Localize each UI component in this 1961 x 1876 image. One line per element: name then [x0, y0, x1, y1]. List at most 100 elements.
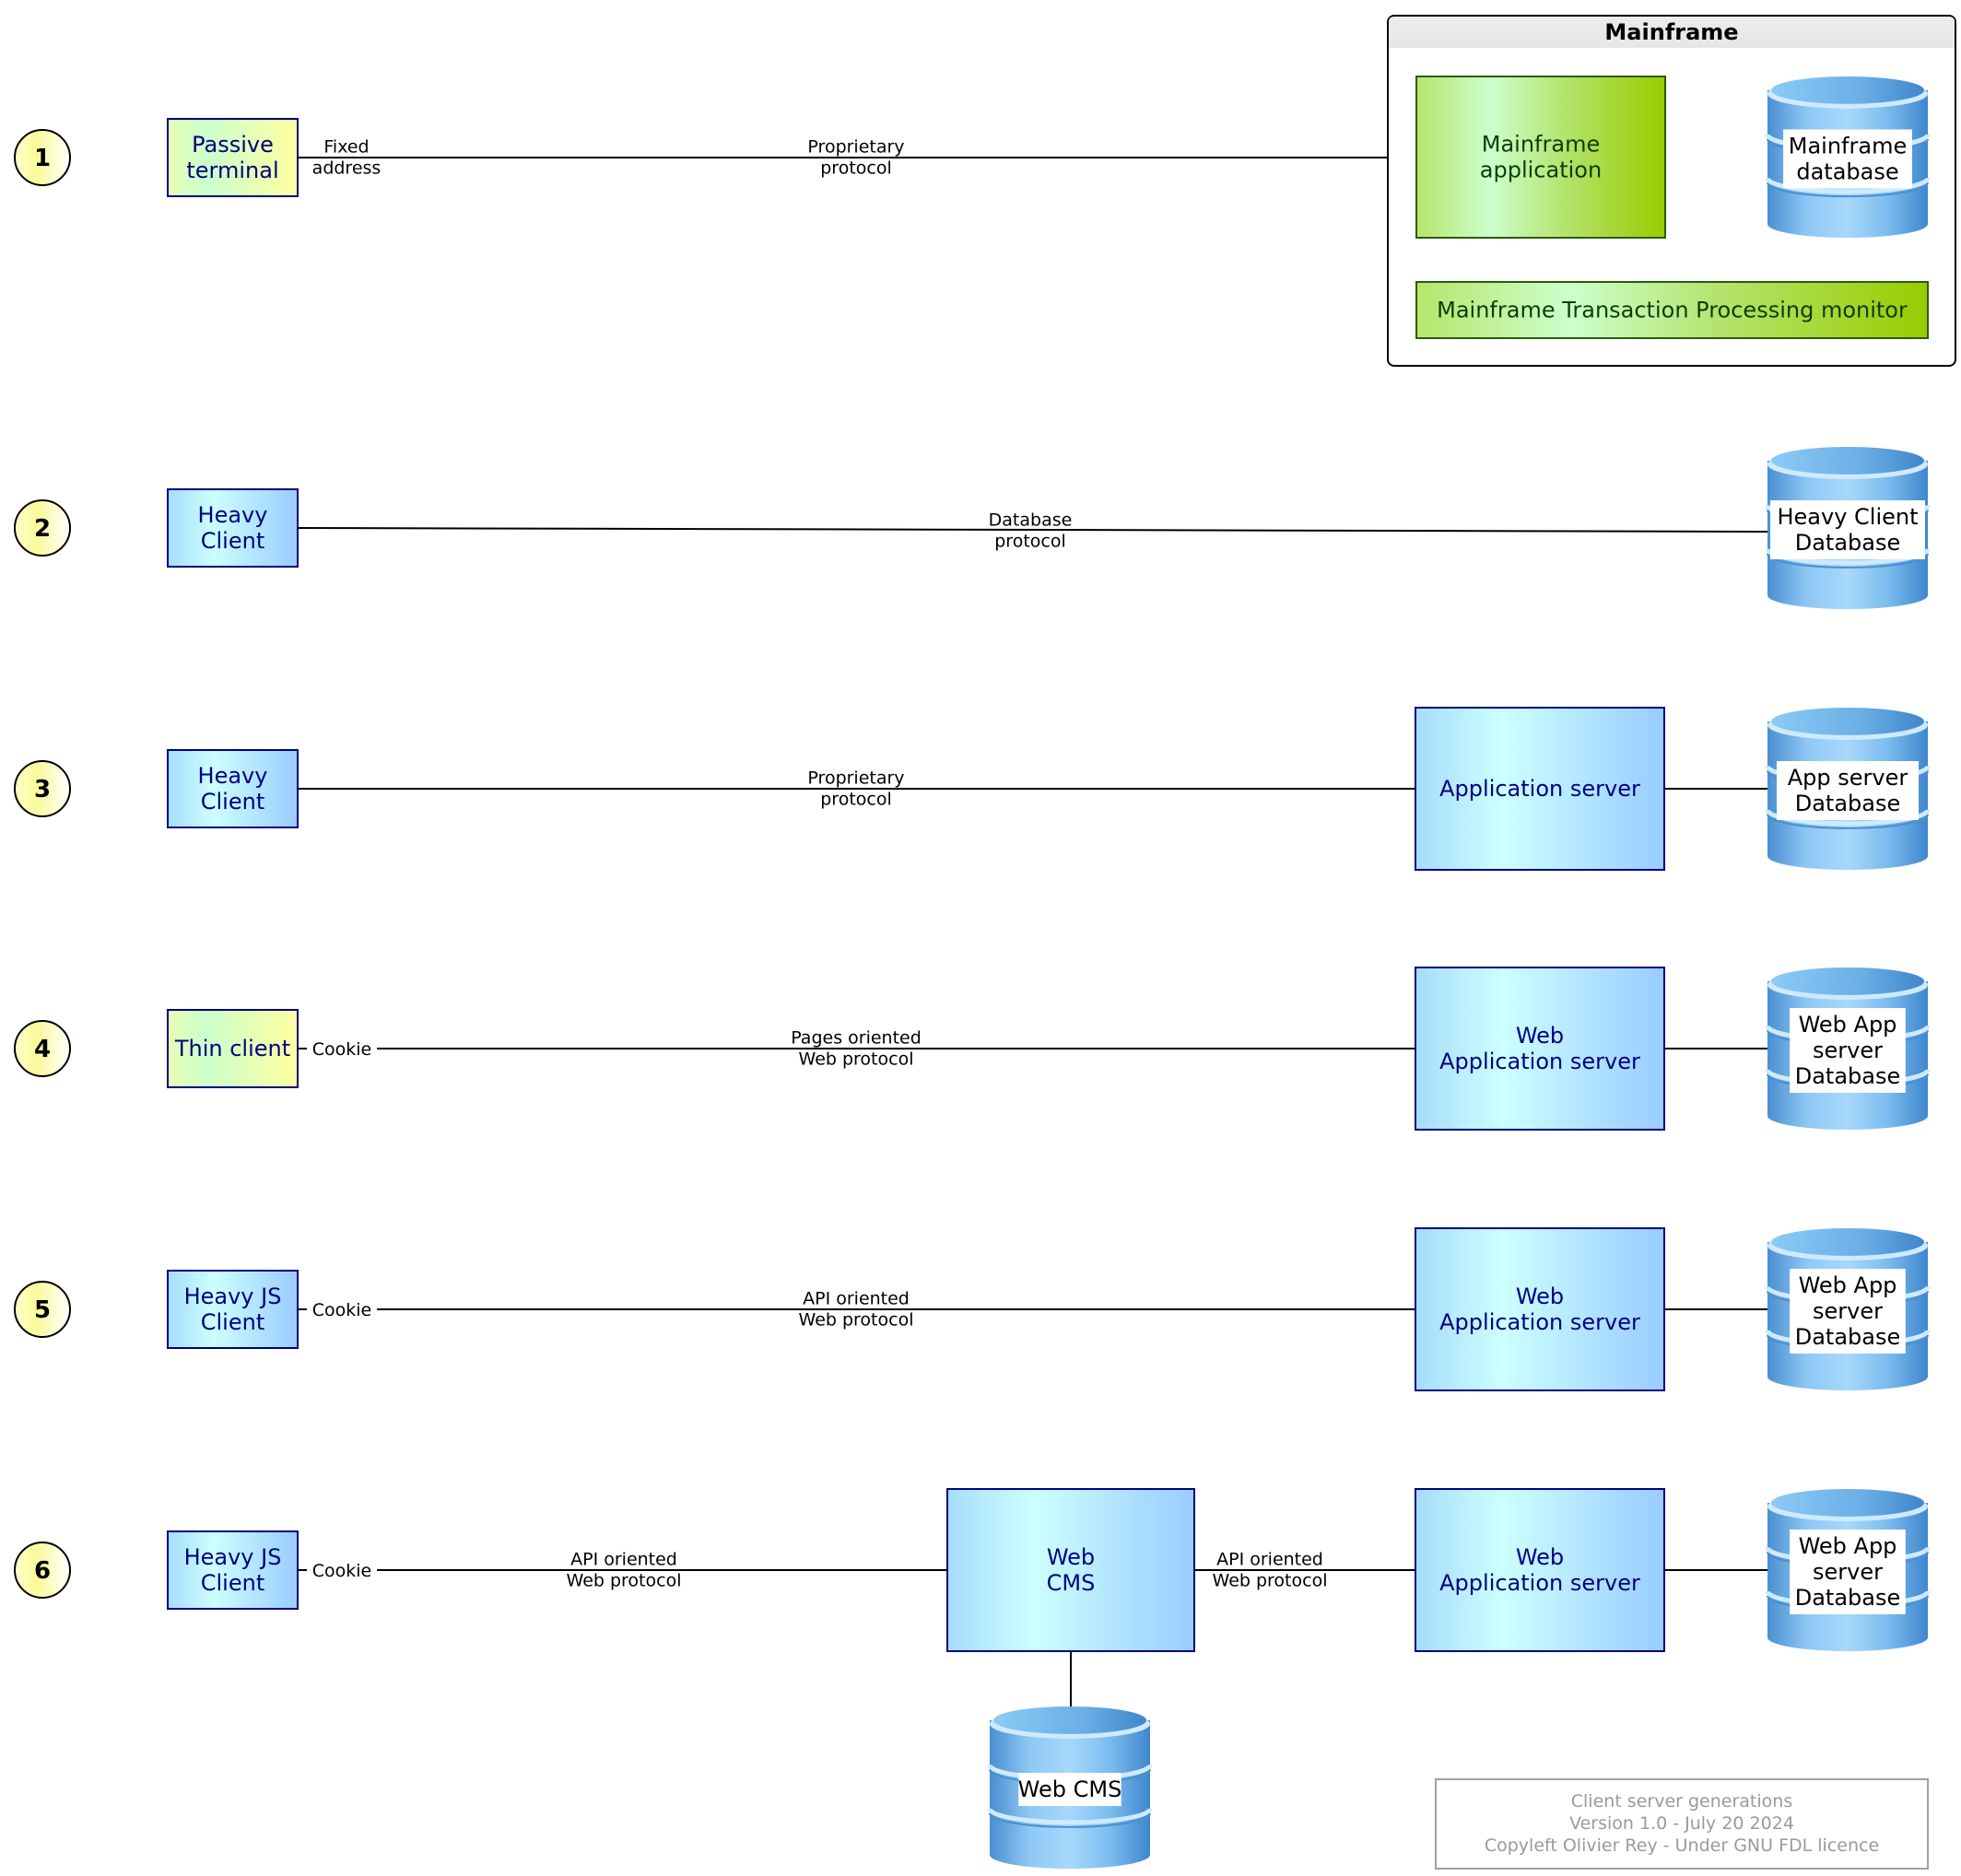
step-number: 1	[34, 145, 51, 172]
server-box-label-line: Web	[1516, 1023, 1564, 1049]
db-label-line: Database	[1795, 1585, 1901, 1611]
mainframe-application-box[interactable]: Mainframeapplication	[1415, 76, 1666, 239]
edge-protocol-label-line: API oriented	[570, 1550, 677, 1570]
step-number-badge: 4	[14, 1020, 71, 1077]
client-box-label-line: Passive	[192, 132, 274, 158]
web-cms-box-label: WebCMS	[1047, 1544, 1096, 1596]
tp-monitor-box[interactable]: Mainframe Transaction Processing monitor	[1415, 281, 1929, 339]
client-box-label-line: Client	[201, 789, 264, 815]
client-box-label-line: Heavy	[198, 763, 268, 789]
client-box-label-line: Heavy	[198, 502, 268, 528]
db-label: Mainframedatabase	[1789, 134, 1907, 185]
client-box-label: Passiveterminal	[186, 132, 278, 183]
db-label-line: Heavy Client	[1777, 504, 1918, 530]
database: Web AppserverDatabase	[1765, 1489, 1931, 1651]
client-box-label: HeavyClient	[198, 502, 268, 554]
client-box[interactable]: Heavy JSClient	[167, 1270, 299, 1349]
nodes: 1 PassiveterminalFixedaddressProprietaryp…	[14, 15, 1956, 1870]
server-box-label-line: Application server	[1439, 1570, 1640, 1596]
db-label: Heavy ClientDatabase	[1777, 504, 1918, 556]
client-side-label: Cookie	[312, 1039, 372, 1060]
web-cms-box[interactable]: WebCMS	[946, 1488, 1195, 1652]
client-box[interactable]: Thin client	[167, 1009, 299, 1088]
edge-protocol-label-line: Web protocol	[799, 1049, 914, 1070]
server-box-label-line: Application server	[1439, 1049, 1640, 1074]
db-label-line: database	[1796, 159, 1898, 185]
db-label-line: Database	[1795, 1324, 1901, 1350]
step-number-badge: 1	[14, 129, 71, 186]
client-box-label-line: terminal	[186, 158, 278, 183]
server-box[interactable]: WebApplication server	[1415, 967, 1665, 1131]
edge-protocol-label-line: protocol	[994, 532, 1066, 552]
edge-protocol-label-line: Web protocol	[567, 1571, 682, 1591]
db-top	[1771, 447, 1924, 475]
server-box-label: Application server	[1439, 776, 1640, 802]
client-box[interactable]: HeavyClient	[167, 488, 299, 568]
edge-protocol-label-line: Proprietary	[807, 768, 904, 789]
tp-monitor-box-label: Mainframe Transaction Processing monitor	[1437, 298, 1908, 323]
mainframe-application-box-label-line: application	[1480, 158, 1602, 183]
client-box-label-line: Heavy JS	[184, 1544, 282, 1570]
client-side-label-line: Fixed	[323, 137, 369, 158]
database: Heavy ClientDatabase	[1765, 447, 1931, 609]
step-number: 4	[34, 1036, 51, 1063]
database: Web AppserverDatabase	[1765, 1228, 1931, 1390]
db-label-line: Database	[1795, 791, 1901, 816]
mainframe-application-box-label-line: Mainframe	[1482, 132, 1600, 158]
edge-protocol-label-line: protocol	[820, 158, 892, 179]
db-top	[1771, 1489, 1924, 1517]
db-label-line: Database	[1795, 530, 1901, 556]
edge-cms-protocol-label-line: API oriented	[1216, 1550, 1323, 1570]
db-label-line: Database	[1795, 1063, 1901, 1089]
edge-protocol-label-line: Pages oriented	[791, 1028, 922, 1049]
step-number: 5	[34, 1296, 51, 1324]
edge-protocol-label: Databaseprotocol	[989, 510, 1073, 552]
client-box-label-line: Client	[201, 1570, 264, 1596]
step-number-badge: 3	[14, 760, 71, 817]
server-box-label-line: Application server	[1439, 776, 1640, 802]
client-side-label: Cookie	[312, 1561, 372, 1581]
client-box[interactable]: Heavy JSClient	[167, 1530, 299, 1610]
edge-protocol-label-line: Proprietary	[807, 137, 904, 158]
db-top	[993, 1706, 1146, 1734]
client-side-label-line: Cookie	[312, 1561, 372, 1581]
server-box-label-line: Web	[1516, 1544, 1564, 1570]
db-label-line: Web CMS	[1018, 1776, 1122, 1802]
client-box-label-line: Client	[201, 528, 264, 554]
db-label-line: Web App	[1799, 1012, 1897, 1038]
client-box[interactable]: HeavyClient	[167, 749, 299, 828]
db-label-line: Web App	[1799, 1533, 1897, 1559]
step-number-badge: 2	[14, 499, 71, 557]
server-box[interactable]: Application server	[1415, 707, 1665, 871]
mainframe-database: Mainframedatabase	[1765, 76, 1931, 238]
client-side-label: Fixedaddress	[312, 137, 382, 179]
db-top	[1771, 1228, 1924, 1256]
client-box[interactable]: Passiveterminal	[167, 118, 299, 197]
tp-monitor-box-label-line: Mainframe Transaction Processing monitor	[1437, 298, 1908, 323]
edge-protocol-label: Pages orientedWeb protocol	[791, 1028, 922, 1070]
database: Web AppserverDatabase	[1765, 967, 1931, 1130]
server-box-label-line: Web	[1516, 1284, 1564, 1309]
edge-protocol-label: Proprietaryprotocol	[807, 137, 904, 179]
db-top	[1771, 76, 1924, 104]
server-box[interactable]: WebApplication server	[1415, 1488, 1665, 1652]
web-cms-database: Web CMS	[987, 1706, 1153, 1869]
footer-legend: Client server generationsVersion 1.0 - J…	[1435, 1778, 1929, 1870]
connections	[297, 157, 1849, 1706]
edge-protocol-label: Proprietaryprotocol	[807, 768, 904, 810]
db-label-line: server	[1813, 1298, 1883, 1324]
edge-cms-protocol-label-line: Web protocol	[1213, 1571, 1328, 1591]
client-side-label-line: address	[312, 158, 382, 179]
client-box-label: HeavyClient	[198, 763, 268, 815]
server-box[interactable]: WebApplication server	[1415, 1227, 1665, 1391]
db-label-line: Web App	[1799, 1272, 1897, 1298]
client-side-label: Cookie	[312, 1300, 372, 1320]
web-cms-box-label-line: CMS	[1047, 1570, 1096, 1596]
client-box-label-line: Thin client	[174, 1036, 290, 1061]
footer-text-line: Version 1.0 - July 20 2024	[1569, 1813, 1794, 1834]
web-cms-box-label-line: Web	[1047, 1544, 1095, 1570]
edge-protocol-label-line: Database	[989, 510, 1073, 531]
db-label-line: server	[1813, 1559, 1883, 1585]
db-top	[1771, 967, 1924, 995]
db-label-line: App server	[1788, 765, 1908, 791]
